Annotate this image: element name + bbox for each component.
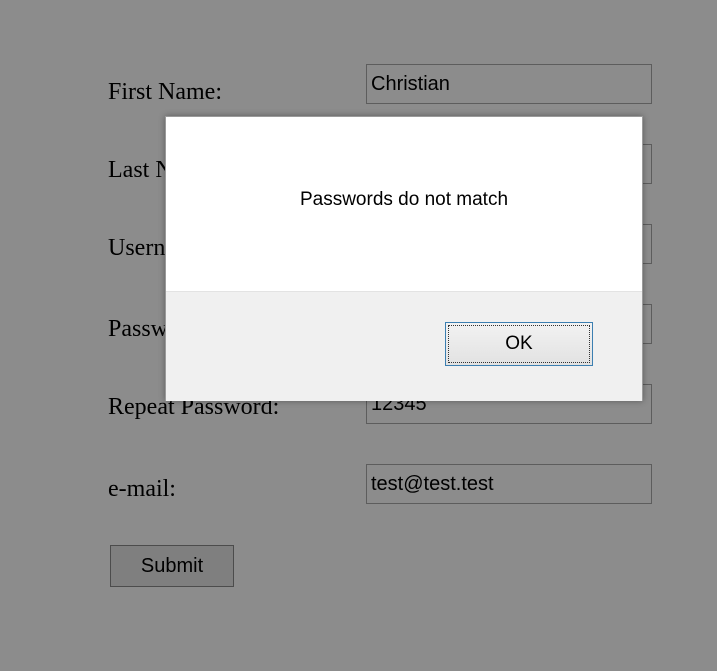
- alert-message: Passwords do not match: [299, 189, 509, 210]
- alert-footer: OK: [166, 291, 642, 401]
- ok-button[interactable]: OK: [445, 322, 593, 366]
- alert-dialog: Passwords do not match OK: [165, 116, 643, 401]
